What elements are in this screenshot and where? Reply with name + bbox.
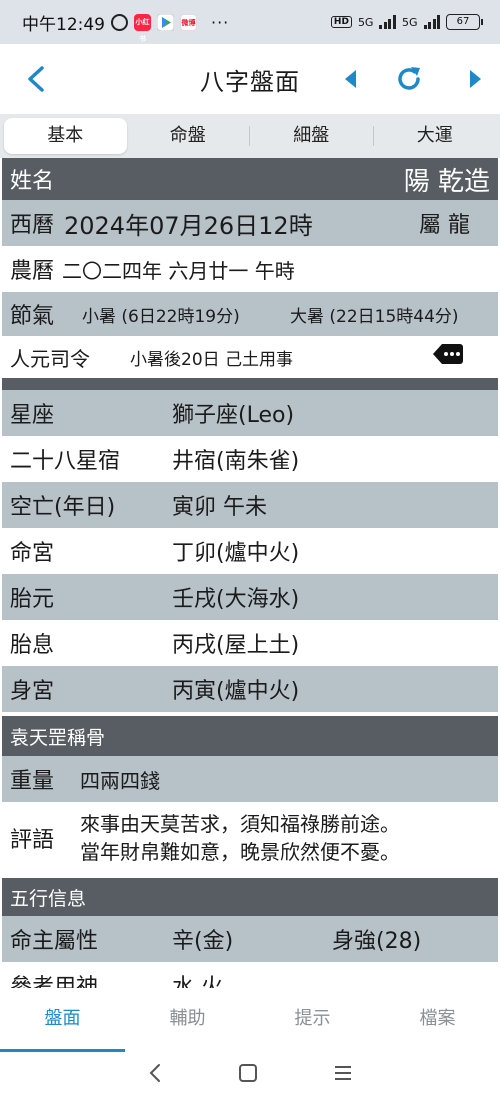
xiaohongshu-app-icon: 小红书	[134, 13, 151, 43]
comment-line: 當年財帛難如意，晚景欣然便不憂。	[80, 840, 400, 864]
info-value: 寅卯 午未	[172, 495, 267, 520]
system-navigation-bar	[0, 1052, 500, 1098]
info-label: 命宮	[10, 541, 55, 566]
bone-section-header: 袁天罡稱骨	[2, 716, 498, 756]
network-label-1: 5G	[357, 15, 374, 29]
attr-label: 命主屬性	[10, 929, 99, 954]
name-header-row: 姓名 陽 乾造	[2, 158, 498, 200]
signal-icon-2	[423, 15, 440, 29]
bone-weight-row: 重量 四兩四錢	[2, 756, 498, 802]
wuxing-partial-row: 參考用神 水 火	[2, 962, 498, 988]
info-label: 身宮	[10, 679, 55, 704]
system-back-icon[interactable]	[146, 1062, 164, 1088]
info-label: 空亡(年日)	[10, 495, 116, 520]
lunar-date-row: 農曆 二〇二四年 六月廿一 午時	[2, 246, 498, 292]
info-label: 胎元	[10, 587, 55, 612]
nav-tips[interactable]: 提示	[250, 988, 375, 1052]
back-arrow-icon[interactable]	[22, 64, 50, 94]
bone-comment-row: 評語 來事由天莫苦求，須知福祿勝前途。 當年財帛難如意，晚景欣然便不憂。	[2, 802, 498, 874]
nav-assist[interactable]: 輔助	[125, 988, 250, 1052]
previous-triangle-icon[interactable]	[340, 66, 362, 92]
refresh-icon[interactable]	[394, 64, 424, 94]
alarm-icon	[111, 13, 128, 31]
info-value: 獅子座(Leo)	[172, 403, 295, 428]
status-bar: 中午12:49 小红书 微博 ··· HD 5G 5G 67	[0, 0, 500, 44]
info-label: 星座	[10, 403, 55, 428]
jieqi-row: 節氣 小暑 (6日22時19分) 大暑 (22日15時44分)	[2, 292, 498, 336]
comment-line: 來事由天莫苦求，須知福祿勝前途。	[80, 812, 400, 836]
siling-value: 小暑後20日 己土用事	[130, 349, 294, 370]
solar-date-row: 西曆 2024年07月26日12時 屬 龍	[2, 200, 498, 246]
lunar-label: 農曆	[10, 259, 55, 284]
weight-value: 四兩四錢	[80, 768, 160, 793]
nav-files[interactable]: 檔案	[375, 988, 500, 1052]
info-row: 胎元 壬戌(大海水)	[2, 574, 498, 620]
tab-detail[interactable]: 細盤	[250, 118, 373, 154]
app-bar: 八字盤面	[0, 44, 500, 114]
wuxing-attr-row: 命主屬性 辛(金) 身強(28)	[2, 916, 498, 962]
comment-text: 來事由天莫苦求，須知福祿勝前途。 當年財帛難如意，晚景欣然便不憂。	[80, 810, 400, 866]
siling-row: 人元司令 小暑後20日 己土用事	[2, 336, 498, 378]
info-row: 二十八星宿 井宿(南朱雀)	[2, 436, 498, 482]
status-time: 中午12:49	[22, 14, 105, 35]
info-value: 丙戌(屋上土)	[172, 633, 300, 658]
weibo-app-icon: 微博	[180, 13, 197, 31]
partial-label: 參考用神	[10, 975, 99, 988]
info-value: 壬戌(大海水)	[172, 587, 300, 612]
section-divider	[2, 378, 498, 390]
main-content: 姓名 陽 乾造 西曆 2024年07月26日12時 屬 龍 農曆 二〇二四年 六…	[0, 158, 500, 988]
bottom-navigation: 盤面 輔助 提示 檔案	[0, 988, 500, 1052]
info-value: 井宿(南朱雀)	[172, 449, 300, 474]
jieqi-second: 大暑 (22日15時44分)	[290, 306, 459, 327]
more-message-icon[interactable]	[432, 342, 464, 372]
tab-chart[interactable]: 命盤	[127, 118, 250, 154]
bone-section-title: 袁天罡稱骨	[10, 726, 106, 749]
more-notifications-icon: ···	[211, 12, 230, 32]
hd-voice-icon: HD	[330, 16, 352, 28]
signal-icon-1	[379, 15, 396, 29]
info-row: 命宮 丁卯(爐中火)	[2, 528, 498, 574]
info-row: 空亡(年日) 寅卯 午未	[2, 482, 498, 528]
solar-label: 西曆	[10, 213, 55, 238]
name-value: 陽 乾造	[403, 166, 490, 197]
info-label: 胎息	[10, 633, 55, 658]
play-store-icon	[157, 13, 174, 31]
page-title: 八字盤面	[200, 68, 300, 96]
comment-label: 評語	[10, 828, 55, 853]
battery-icon: 67	[446, 14, 483, 30]
network-label-2: 5G	[401, 15, 418, 29]
weight-label: 重量	[10, 769, 55, 794]
info-row: 星座 獅子座(Leo)	[2, 390, 498, 436]
system-home-icon[interactable]	[237, 1062, 259, 1088]
wuxing-section-header: 五行信息	[2, 878, 498, 916]
attr-value: 辛(金)	[172, 929, 234, 954]
tab-bar: 基本 命盤 細盤 大運	[0, 114, 500, 158]
info-value: 丁卯(爐中火)	[172, 541, 300, 566]
strength-value: 身強(28)	[332, 929, 422, 954]
next-triangle-icon[interactable]	[464, 66, 486, 92]
info-row: 胎息 丙戌(屋上土)	[2, 620, 498, 666]
info-row: 身宮 丙寅(爐中火)	[2, 666, 498, 712]
tab-basic[interactable]: 基本	[4, 118, 127, 154]
lunar-value: 二〇二四年 六月廿一 午時	[62, 258, 295, 283]
jieqi-first: 小暑 (6日22時19分)	[82, 306, 240, 327]
solar-value: 2024年07月26日12時	[64, 211, 313, 240]
name-label: 姓名	[10, 169, 55, 194]
info-value: 丙寅(爐中火)	[172, 679, 300, 704]
system-menu-icon[interactable]	[332, 1062, 354, 1088]
zodiac-value: 屬 龍	[419, 213, 470, 238]
partial-value: 水 火	[172, 975, 223, 988]
info-label: 二十八星宿	[10, 449, 121, 474]
tab-luck[interactable]: 大運	[374, 118, 497, 154]
jieqi-label: 節氣	[10, 304, 55, 329]
siling-label: 人元司令	[10, 346, 90, 371]
nav-board[interactable]: 盤面	[0, 988, 125, 1052]
wuxing-section-title: 五行信息	[10, 887, 87, 910]
